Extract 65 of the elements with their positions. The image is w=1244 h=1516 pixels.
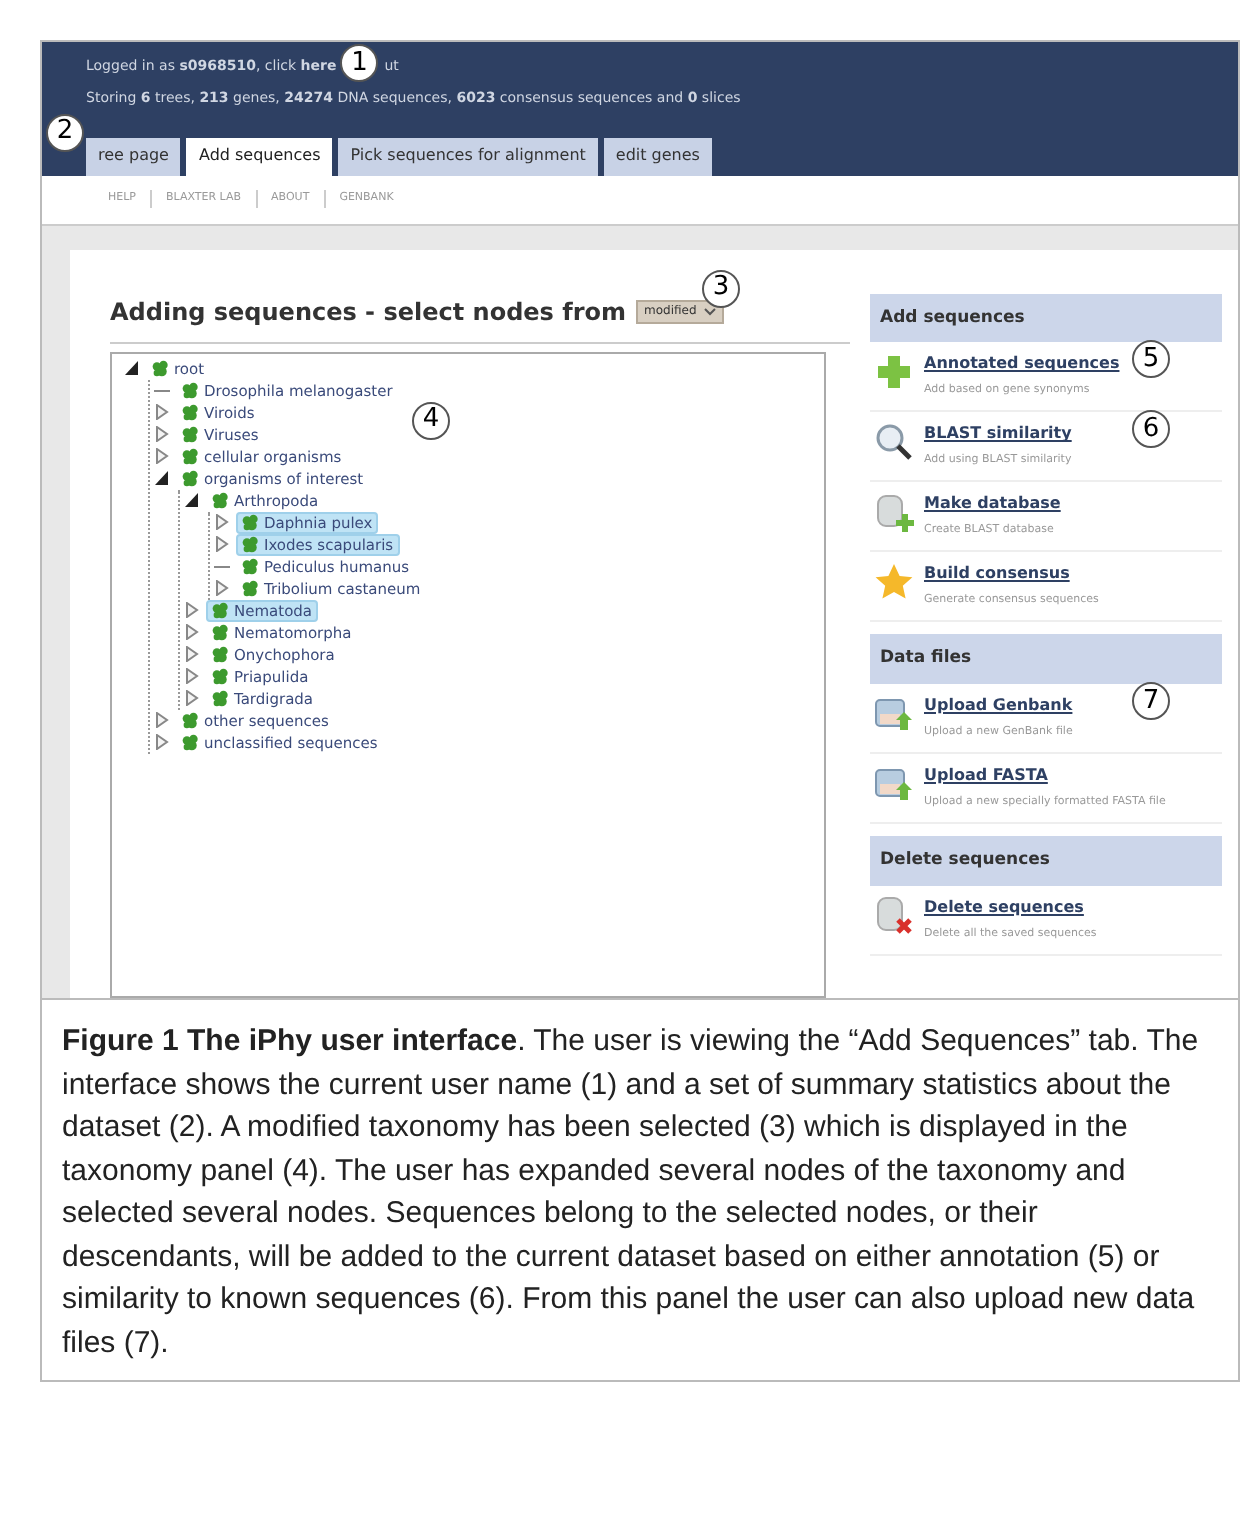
plus-icon — [874, 352, 914, 393]
leaf-cluster-icon — [212, 491, 230, 509]
expand-arrow-icon[interactable] — [154, 712, 170, 728]
leaf-cluster-icon — [182, 469, 200, 487]
leaf-cluster-icon — [242, 579, 260, 597]
callout-number: 5 — [1132, 340, 1170, 379]
expand-arrow-icon[interactable] — [214, 536, 230, 552]
callout-number: 3 — [702, 269, 740, 307]
expand-arrow-icon[interactable] — [184, 646, 200, 662]
section-header: Add sequences — [870, 293, 1222, 343]
page-heading: Adding sequences - select nodes from — [110, 295, 626, 329]
action-link[interactable]: Upload Genbank — [924, 694, 1073, 718]
expand-arrow-icon[interactable] — [184, 602, 200, 618]
expand-arrow-icon[interactable] — [214, 580, 230, 596]
leaf-cluster-icon — [242, 535, 260, 553]
action-link[interactable]: Make database — [924, 492, 1061, 517]
expand-arrow-icon[interactable] — [184, 690, 200, 706]
leaf-cluster-icon — [182, 711, 200, 729]
tab[interactable]: ree page — [86, 137, 181, 175]
action-link[interactable]: BLAST similarity — [924, 422, 1072, 447]
chevron-down-icon — [704, 307, 717, 315]
collapse-arrow-icon[interactable] — [124, 360, 140, 376]
leaf-cluster-icon — [212, 623, 230, 641]
action-link[interactable]: Delete sequences — [924, 895, 1084, 920]
leaf-cluster-icon — [212, 689, 230, 707]
leaf-cluster-icon — [212, 601, 230, 619]
leaf-cluster-icon — [242, 557, 260, 575]
expand-arrow-icon[interactable] — [184, 668, 200, 684]
leaf-cluster-icon — [182, 425, 200, 443]
star-icon — [874, 562, 914, 603]
expand-arrow-icon[interactable] — [154, 426, 170, 442]
section-header: Data files — [870, 634, 1222, 684]
callout-number: 6 — [1132, 410, 1170, 449]
section-header: Delete sequences — [870, 836, 1222, 886]
action-link[interactable]: Upload FASTA — [924, 764, 1048, 788]
leaf-cluster-icon — [182, 403, 200, 421]
figure-caption: Figure 1 The iPhy user interface. The user is viewing the “Add Sequences” tab. The interface shows the current user name (1) and a set of summary statistics about the dataset (2). A modified taxonomy has been selected (3) which is displayed in the taxonomy panel (4). The user has expanded several nodes of the taxonomy and selected several nodes. Sequences belong to the selected nodes, or their descendants, will be added to the current dataset based on either annotation (5) or similarity to known sequences (6). From this panel the user can also upload new data files (7). — [62, 1022, 1201, 1363]
leaf-cluster-icon — [182, 381, 200, 399]
expand-arrow-icon[interactable] — [154, 734, 170, 750]
callout-number: 7 — [1132, 682, 1170, 720]
database-add-icon — [874, 492, 914, 533]
leaf-cluster-icon — [182, 447, 200, 465]
database-delete-icon — [874, 895, 914, 936]
leaf-cluster-icon — [212, 667, 230, 685]
tab[interactable]: Add sequences — [186, 137, 333, 175]
callout-number: 1 — [340, 44, 379, 82]
expand-arrow-icon[interactable] — [184, 624, 200, 640]
leaf-cluster-icon — [212, 645, 230, 663]
expand-arrow-icon[interactable] — [154, 448, 170, 464]
action-link[interactable]: Build consensus — [924, 562, 1070, 587]
expand-arrow-icon[interactable] — [214, 514, 230, 530]
callout-number: 2 — [46, 113, 84, 151]
tab[interactable]: edit genes — [603, 137, 712, 175]
leaf-cluster-icon — [152, 359, 170, 377]
search-icon — [874, 422, 914, 463]
expand-arrow-icon[interactable] — [154, 404, 170, 420]
action-link[interactable]: Annotated sequences — [924, 352, 1120, 377]
disk-upload-icon — [874, 764, 914, 804]
leaf-cluster-icon — [182, 733, 200, 751]
disk-upload-icon — [874, 694, 914, 734]
tab[interactable]: Pick sequences for alignment — [338, 137, 598, 175]
collapse-arrow-icon[interactable] — [184, 492, 200, 508]
collapse-arrow-icon[interactable] — [154, 470, 170, 486]
callout-number: 4 — [412, 401, 450, 439]
leaf-cluster-icon — [242, 513, 260, 531]
